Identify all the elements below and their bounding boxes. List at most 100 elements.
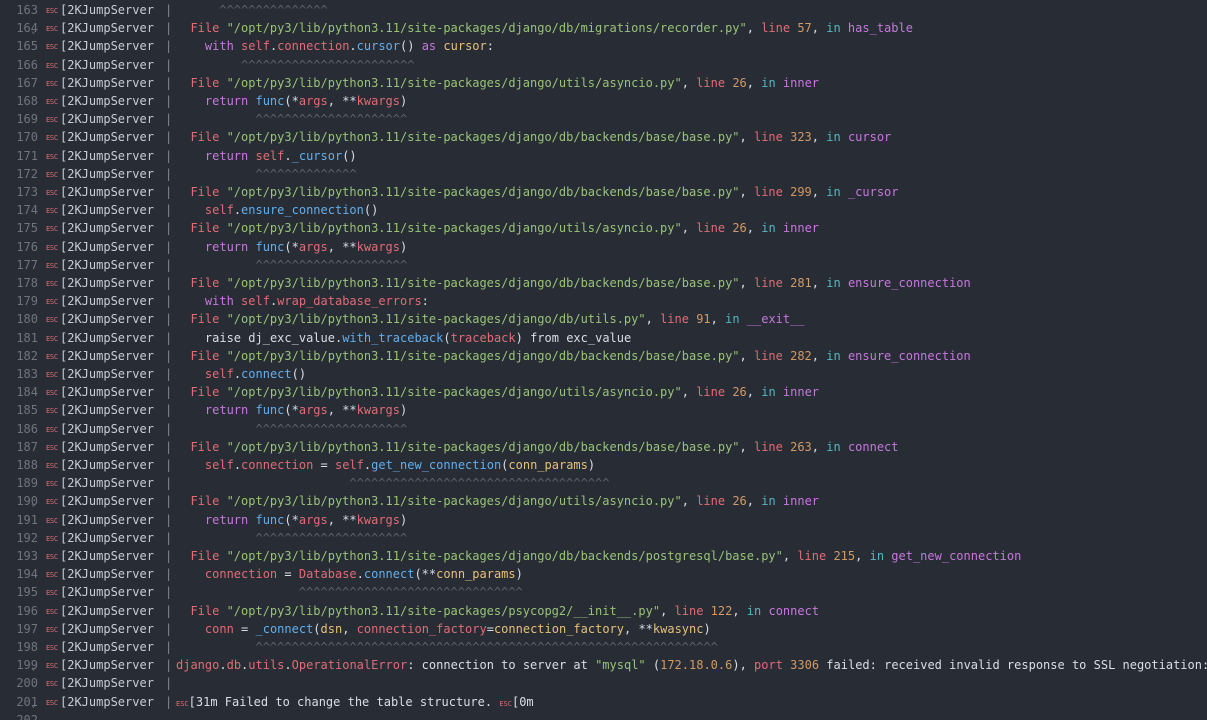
- line-number: 200: [16, 676, 38, 691]
- code-token: cursor: [356, 39, 401, 54]
- code-token: ,: [739, 348, 754, 363]
- line-prefix: [2KJumpServer: [60, 621, 154, 636]
- code-token: in: [746, 603, 769, 618]
- log-text: File "/opt/py3/lib/python3.11/site-packa…: [176, 347, 970, 365]
- escape-char-icon: ESC: [46, 680, 58, 689]
- code-token: with: [204, 294, 242, 309]
- code-token: dj_exc_value: [248, 330, 335, 345]
- line-prefix: [2KJumpServer: [60, 294, 154, 309]
- code-token: ,: [746, 221, 762, 236]
- separator: |: [165, 621, 173, 636]
- code-token: ,: [811, 276, 827, 290]
- code-token: 282: [790, 348, 812, 363]
- code-token: 263: [790, 439, 812, 454]
- separator: |: [165, 549, 173, 563]
- code-token: "/opt/py3/lib/python3.11/site-packages/d…: [226, 312, 646, 327]
- log-text: ^^^^^^^^^^^^^^: [176, 165, 356, 183]
- log-text: with self.connection.cursor() as cursor:: [176, 37, 494, 55]
- escape-char-icon: ESC: [46, 43, 58, 52]
- code-token: raise: [204, 330, 249, 345]
- log-text: File "/opt/py3/lib/python3.11/site-packa…: [176, 547, 1021, 565]
- line-prefix: [2KJumpServer: [60, 567, 154, 582]
- separator: |: [165, 567, 173, 582]
- code-token: line: [753, 439, 791, 454]
- log-text: self.connection = self.get_new_connectio…: [176, 456, 595, 474]
- line-number: 168: [16, 94, 38, 108]
- log-text: ESC[31m Failed to change the table struc…: [176, 693, 534, 713]
- escape-char-icon: ESC: [46, 389, 58, 398]
- code-token: ): [400, 239, 408, 254]
- log-text: File "/opt/py3/lib/python3.11/site-packa…: [176, 128, 891, 146]
- code-token: ,: [782, 549, 798, 563]
- code-token: ,: [342, 621, 357, 636]
- log-text: File "/opt/py3/lib/python3.11/site-packa…: [176, 183, 898, 201]
- line-number: 181: [16, 330, 38, 345]
- line-prefix: [2KJumpServer: [60, 148, 154, 163]
- code-token: args: [298, 403, 328, 418]
- log-line: 169 ESC [2KJumpServer | ^^^^^^^^^^^^^^^^^^^…: [0, 110, 1207, 128]
- code-token: (: [313, 621, 321, 636]
- code-token: self: [204, 458, 234, 472]
- code-token: kwargs: [356, 512, 401, 527]
- code-token: File: [176, 221, 227, 236]
- escape-char-icon: ESC: [46, 261, 58, 270]
- line-number: 195: [16, 585, 38, 600]
- line-number: 180: [16, 312, 38, 327]
- code-token: File: [176, 185, 227, 199]
- code-token: .: [284, 658, 292, 673]
- code-token: (*: [284, 94, 299, 108]
- code-token: 215: [833, 549, 856, 563]
- code-token: "/opt/py3/lib/python3.11/site-packages/d…: [226, 21, 747, 36]
- code-token: connection_factory: [356, 621, 487, 636]
- code-token: wrap_database_errors: [277, 294, 422, 309]
- code-token: connection: [204, 567, 278, 582]
- code-token: connection: [277, 39, 350, 54]
- line-number: 163: [16, 3, 38, 17]
- code-token: , **: [327, 512, 357, 527]
- log-line: 199 ⌄ ESC [2KJumpServer | django.db.utils.Ope…: [0, 656, 1207, 674]
- code-token: func: [255, 403, 285, 418]
- log-text: self.connect(): [176, 365, 306, 383]
- code-token: File: [176, 348, 227, 363]
- terminal-log-editor[interactable]: 163 ESC [2KJumpServer | ^^^^^^^^^^^^^^^ 164 ⌄…: [0, 0, 1207, 720]
- code-token: ,: [746, 75, 762, 90]
- code-token: ,: [811, 348, 827, 363]
- escape-char-icon: ESC: [46, 170, 58, 179]
- code-token: File: [176, 494, 227, 509]
- line-number: 173: [16, 185, 38, 199]
- escape-char-icon: ESC: [46, 698, 58, 707]
- code-token: line: [753, 130, 791, 145]
- escape-char-icon: ESC: [46, 644, 58, 652]
- line-number: 179: [16, 294, 38, 309]
- code-token: in: [761, 75, 783, 90]
- code-token: self: [204, 367, 234, 381]
- code-token: connection_factory: [493, 621, 624, 636]
- escape-char-icon: ESC: [46, 516, 58, 525]
- code-token: ^^^^^^^^^^^^^^^^^^^^^: [176, 257, 408, 272]
- code-token: inner: [782, 385, 820, 400]
- code-token: .: [233, 203, 242, 218]
- code-token: as: [421, 39, 444, 54]
- code-token: inner: [782, 494, 820, 509]
- code-token: .: [356, 567, 364, 582]
- escape-char-icon: ESC: [46, 334, 58, 343]
- separator: |: [165, 603, 173, 618]
- log-text: conn = _connect(dsn, connection_factory=…: [176, 620, 711, 638]
- separator: |: [165, 494, 173, 509]
- line-number: 197: [16, 621, 38, 636]
- line-prefix: [2KJumpServer: [60, 239, 154, 254]
- code-token: ensure_connection: [241, 203, 364, 218]
- code-token: ,: [681, 75, 697, 90]
- log-line: 164 ⌄ ESC [2KJumpServer | File "/opt/py3/lib…: [0, 19, 1207, 37]
- line-prefix: [2KJumpServer: [60, 312, 154, 327]
- escape-char-icon: ESC: [46, 571, 58, 580]
- escape-char-icon: ESC: [46, 589, 58, 598]
- log-line: 167 ESC [2KJumpServer | File "/opt/py3/lib/…: [0, 74, 1207, 92]
- line-prefix: [2KJumpServer: [60, 257, 154, 272]
- escape-char-icon: ESC: [46, 553, 58, 561]
- log-text: File "/opt/py3/lib/python3.11/site-packa…: [176, 492, 819, 510]
- log-line: 186 ESC [2KJumpServer | ^^^^^^^^^^^^^^^^^^^…: [0, 420, 1207, 438]
